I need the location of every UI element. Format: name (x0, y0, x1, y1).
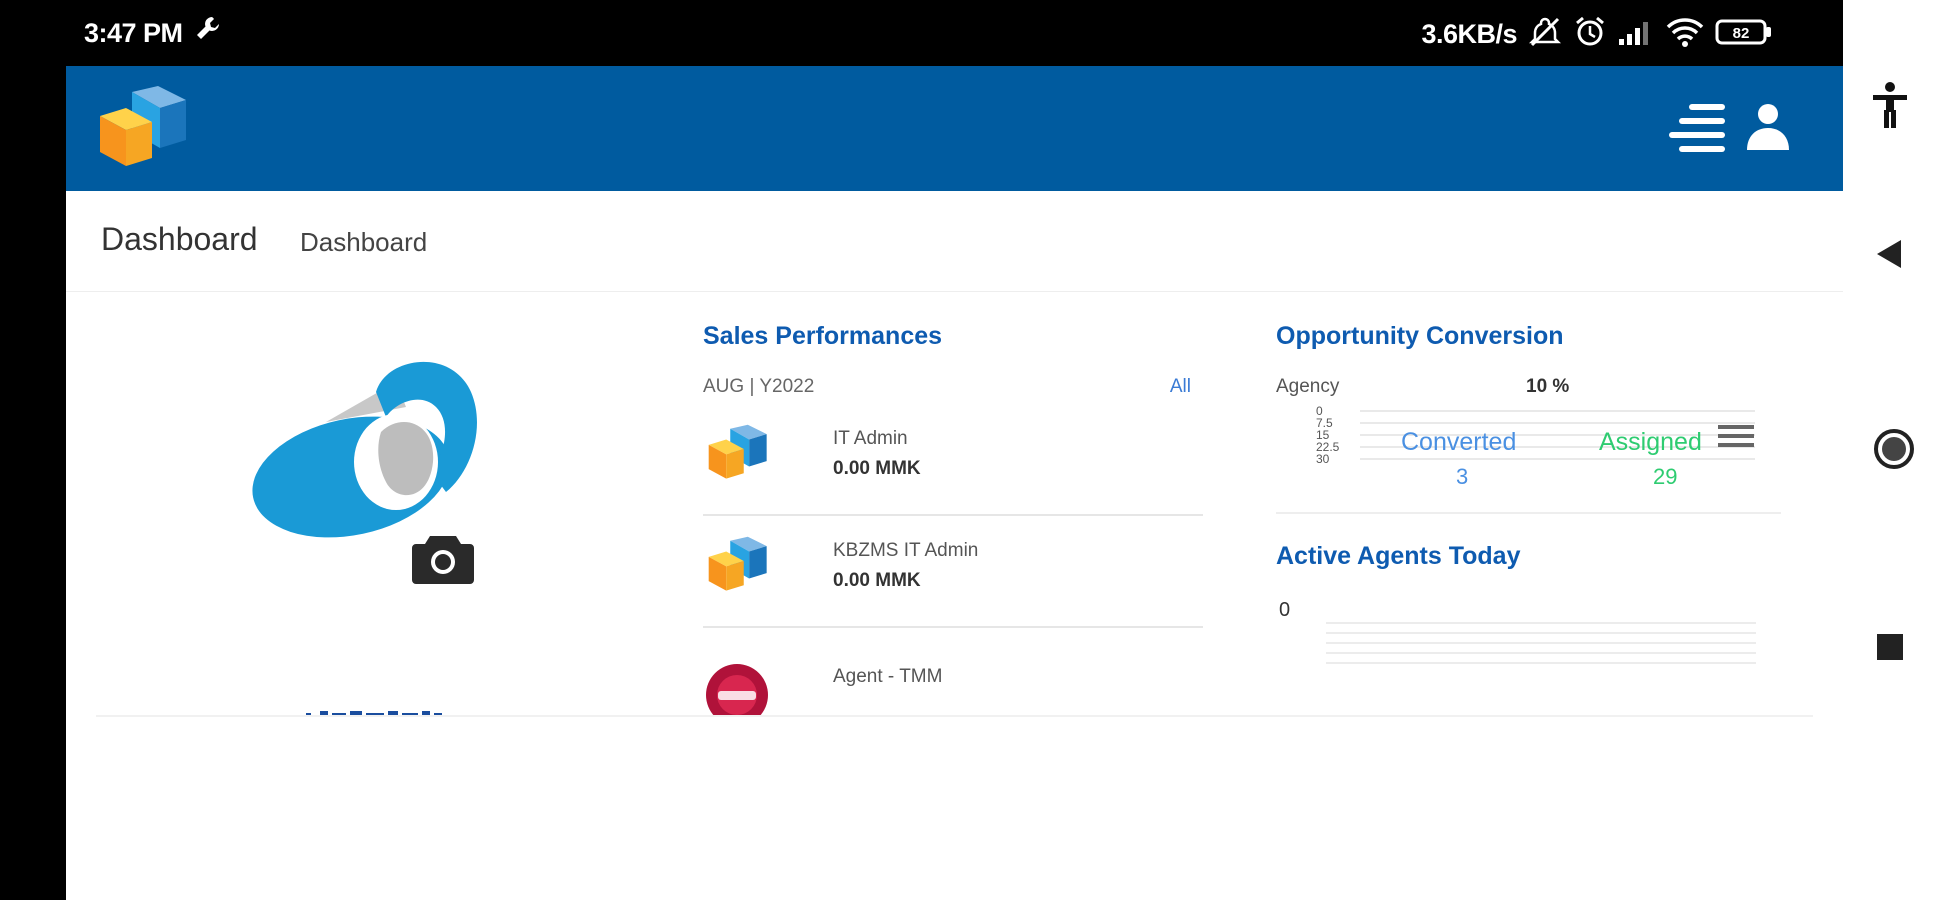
sales-all-link[interactable]: All (1170, 376, 1191, 398)
agent-avatar-cube (706, 424, 768, 487)
signal-icon (1617, 17, 1655, 52)
dashboard-content: Sales Performances AUG | Y2022 All IT Ad… (66, 292, 1843, 717)
app-header (66, 66, 1843, 191)
mute-icon (1527, 15, 1563, 54)
status-time: 3:47 PM (84, 18, 183, 48)
back-icon[interactable] (1873, 237, 1907, 276)
grid-line (1360, 422, 1755, 424)
agent-name: KBZMS IT Admin (833, 540, 979, 561)
y-tick: 0 (1316, 404, 1323, 418)
chart-menu-icon[interactable] (1718, 422, 1754, 455)
grid-line (1326, 642, 1756, 644)
converted-value: 3 (1456, 464, 1469, 489)
menu-icon[interactable] (1669, 104, 1725, 157)
content-divider (96, 715, 1813, 717)
wifi-icon (1665, 16, 1705, 53)
user-icon[interactable] (1745, 102, 1791, 157)
app-screen: 3:47 PM 3.6KB/s 82 Dashboard Dashboard S… (66, 0, 1843, 900)
accessibility-icon[interactable] (1873, 82, 1907, 133)
agent-name: IT Admin (833, 428, 908, 449)
system-nav-bar (1843, 0, 1953, 900)
cube-logo[interactable] (96, 86, 188, 175)
opportunity-title: Opportunity Conversion (1276, 322, 1564, 350)
sales-title: Sales Performances (703, 322, 943, 350)
profile-picture[interactable] (246, 352, 546, 557)
agency-filter[interactable]: Agency (1276, 376, 1339, 398)
y-tick: 15 (1316, 428, 1330, 442)
active-agents-count: 0 (1279, 599, 1291, 621)
grid-line (1326, 662, 1756, 664)
conversion-percent: 10 % (1526, 376, 1570, 397)
battery-level: 82 (1733, 25, 1750, 42)
agent-avatar-cube (706, 536, 768, 599)
grid-line (1326, 652, 1756, 654)
sales-performances-card: Sales Performances AUG | Y2022 All IT Ad… (703, 292, 1203, 717)
recents-icon[interactable] (1873, 630, 1907, 669)
status-icons: 3.6KB/s 82 (1421, 14, 1773, 54)
sales-period: AUG | Y2022 (703, 376, 815, 397)
grid-line (1326, 622, 1756, 624)
agent-amount: 0.00 MMK (833, 570, 921, 591)
camera-icon[interactable] (412, 532, 474, 589)
battery-icon: 82 (1715, 17, 1773, 52)
active-agents-title: Active Agents Today (1276, 542, 1521, 570)
home-icon[interactable] (1873, 428, 1915, 475)
sales-row[interactable]: IT Admin 0.00 MMK (703, 402, 1203, 516)
grid-line (1360, 458, 1755, 460)
y-tick: 22.5 (1316, 440, 1340, 454)
assigned-value: 29 (1653, 464, 1678, 489)
sales-row[interactable]: Agent - TMM (703, 626, 1203, 717)
active-agents-card: Active Agents Today 0 (1276, 514, 1781, 714)
opportunity-conversion-card: Opportunity Conversion Agency 10 % 0 7.5… (1276, 292, 1781, 514)
wrench-icon (194, 14, 222, 49)
sales-row[interactable]: KBZMS IT Admin 0.00 MMK (703, 514, 1203, 628)
page-header: Dashboard Dashboard (66, 191, 1843, 292)
grid-line (1360, 410, 1755, 412)
y-tick: 30 (1316, 452, 1330, 466)
y-tick: 7.5 (1316, 416, 1333, 430)
network-speed: 3.6KB/s (1421, 18, 1517, 49)
agent-avatar-badge (706, 664, 768, 717)
assigned-label: Assigned (1599, 428, 1702, 456)
alarm-icon (1573, 15, 1607, 54)
converted-label: Converted (1401, 428, 1517, 456)
agent-name: Agent - TMM (833, 666, 943, 687)
status-bar: 3:47 PM 3.6KB/s 82 (66, 0, 1843, 66)
grid-line (1326, 632, 1756, 634)
page-title: Dashboard (101, 221, 258, 257)
breadcrumb[interactable]: Dashboard (300, 227, 427, 258)
agent-amount: 0.00 MMK (833, 458, 921, 479)
